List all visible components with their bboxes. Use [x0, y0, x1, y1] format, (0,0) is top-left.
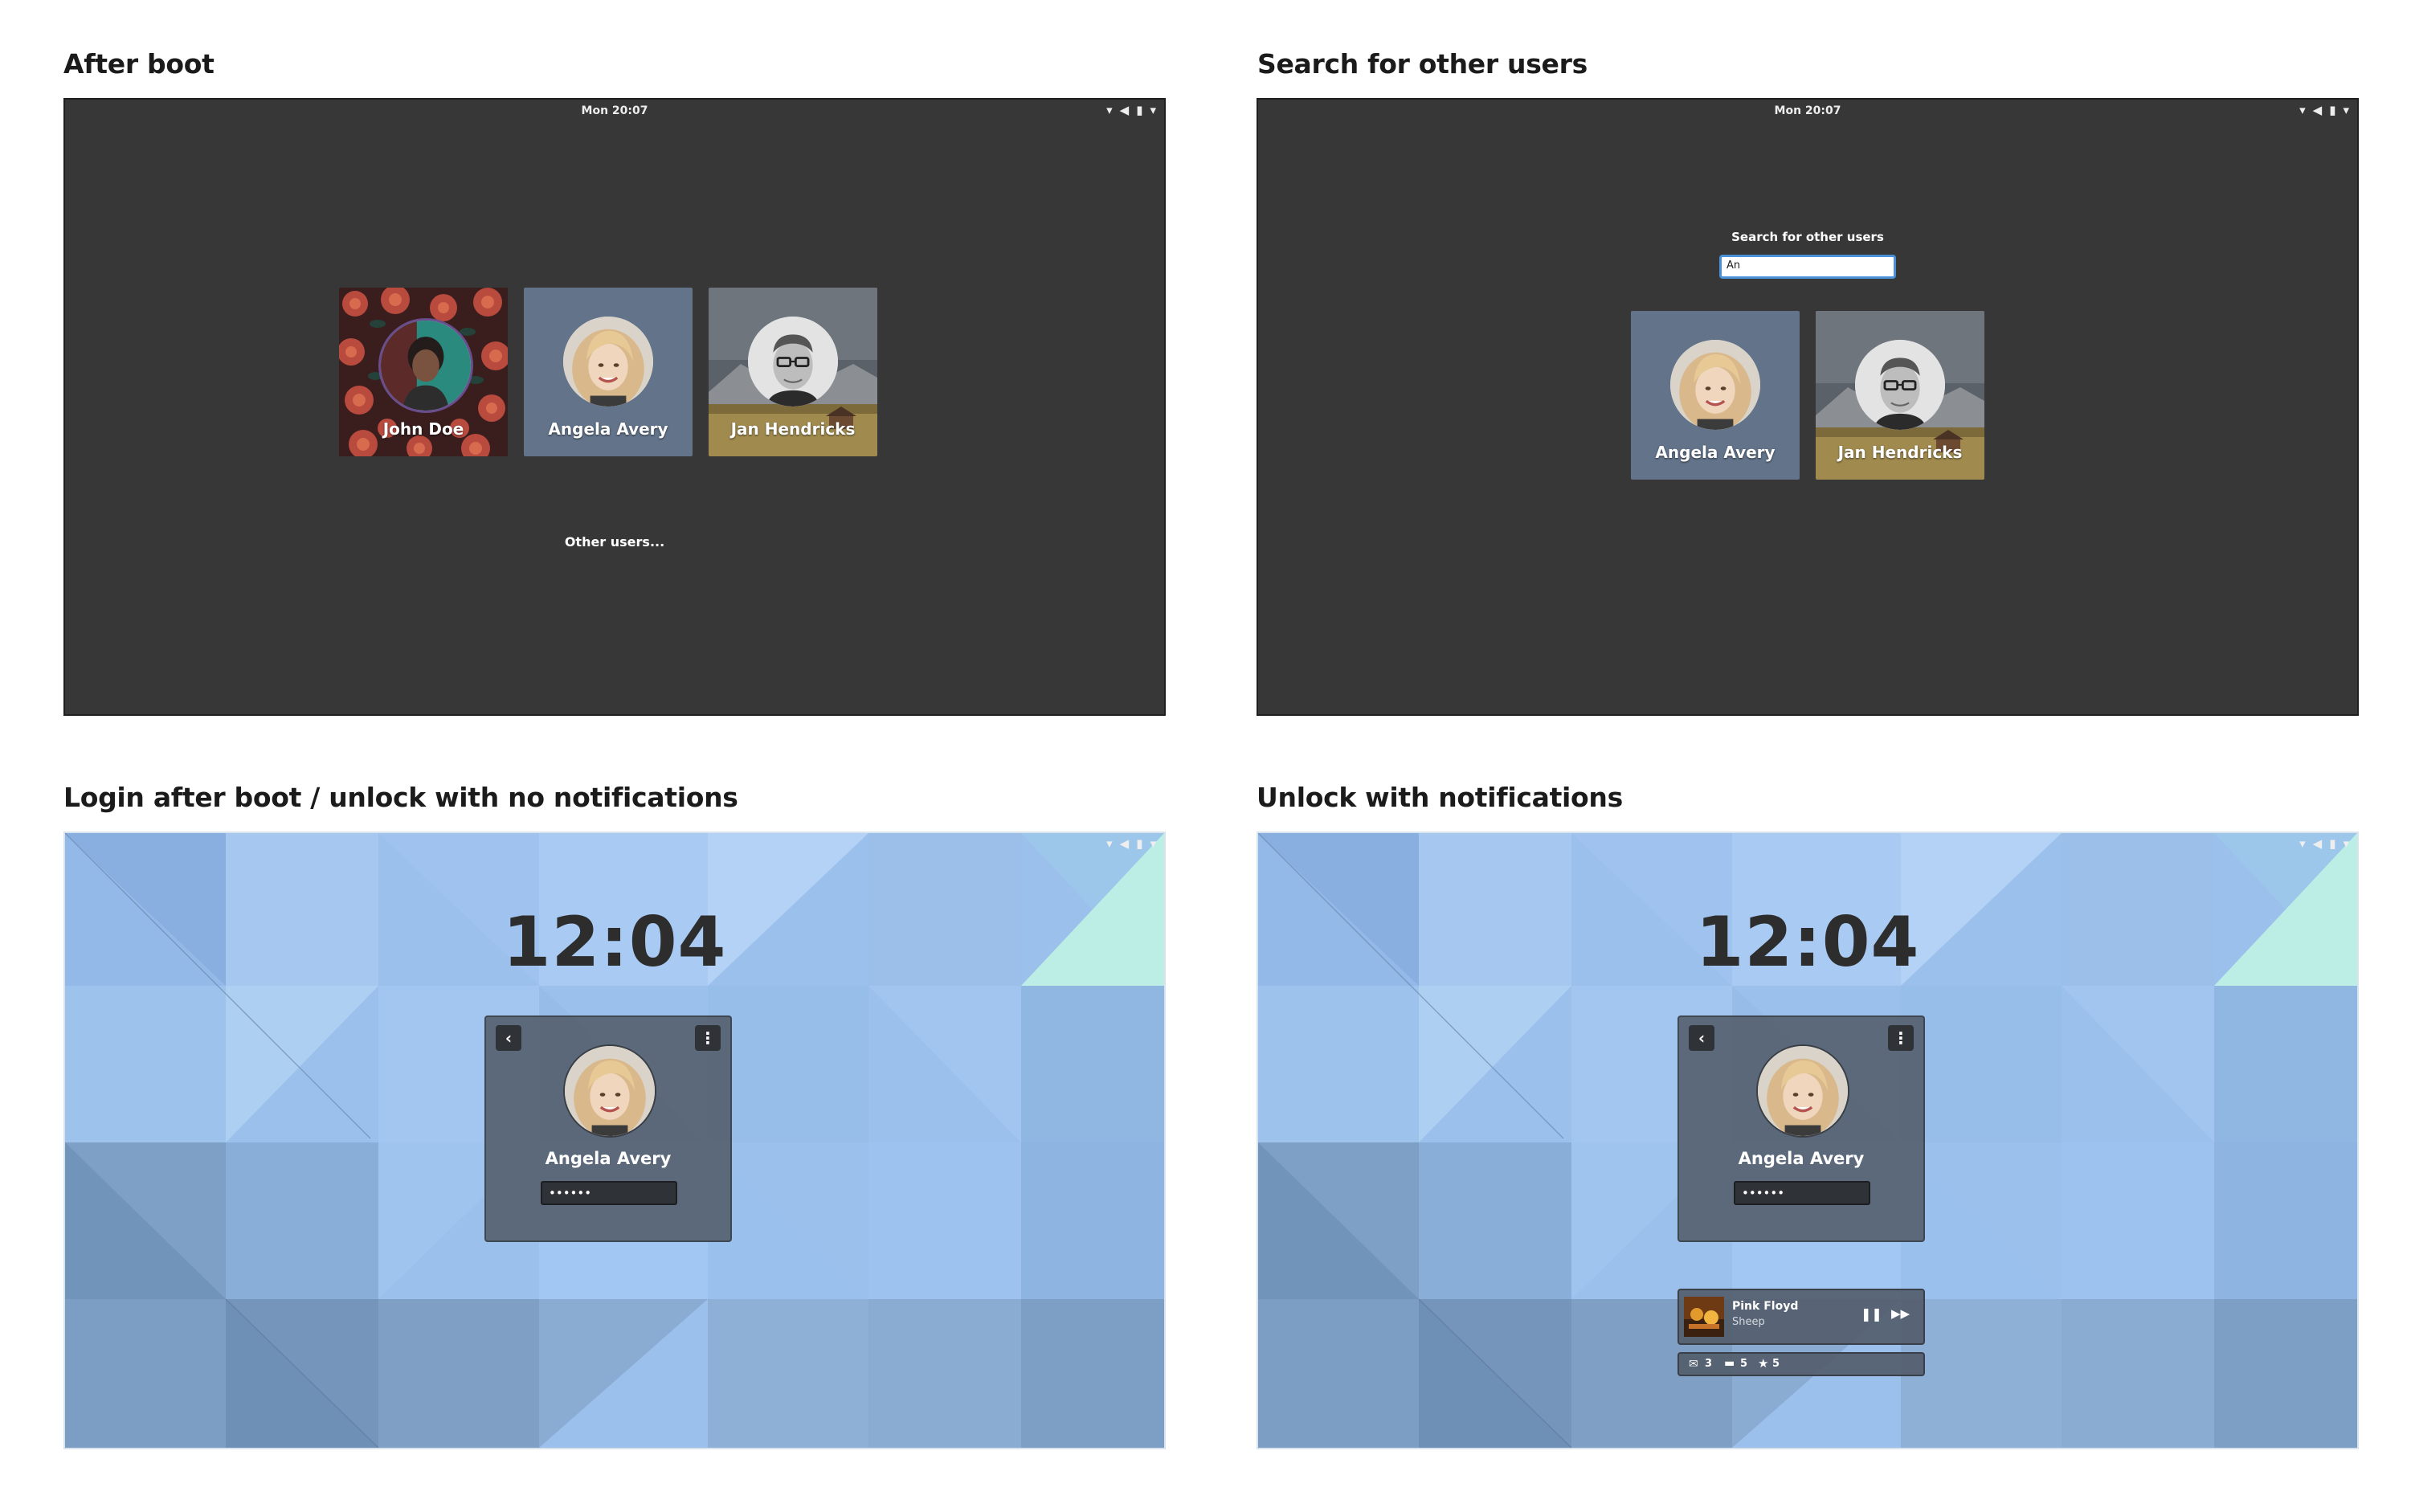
- wifi-icon: ▾: [1106, 103, 1113, 117]
- after-boot-screen: Mon 20:07 ▾ ◀ ▮ ▾ John Doe Angela Avery …: [63, 98, 1166, 716]
- search-result-jan[interactable]: Jan Hendricks: [1816, 311, 1984, 480]
- user-tile-jan[interactable]: Jan Hendricks: [709, 288, 877, 456]
- wifi-icon: ▾: [1106, 836, 1113, 851]
- mail-count: 3: [1705, 1358, 1713, 1370]
- search-screen: Mon 20:07 ▾ ◀ ▮ ▾ Search for other users…: [1257, 98, 2359, 716]
- avatar: [563, 1044, 656, 1138]
- panel-title-search: Search for other users: [1257, 48, 1588, 80]
- avatar: [1855, 340, 1945, 430]
- volume-icon: ◀: [2312, 103, 2323, 117]
- avatar: [1756, 1044, 1849, 1138]
- topbar-clock[interactable]: Mon 20:07: [1258, 104, 2357, 117]
- star-icon: ★: [1758, 1356, 1769, 1371]
- volume-icon: ◀: [1119, 836, 1130, 851]
- password-field[interactable]: ••••••: [1734, 1181, 1870, 1205]
- user-name: Angela Avery: [1738, 1149, 1865, 1168]
- other-users-link[interactable]: Other users...: [65, 534, 1164, 550]
- user-name: John Doe: [382, 419, 464, 439]
- user-name: Angela Avery: [545, 1149, 672, 1168]
- user-name: Angela Avery: [548, 419, 668, 439]
- lock-screen-notifications: ▾ ◀ ▮ ▾ 12:04 ‹ ⋮ Angela Avery •••••• Pi…: [1257, 832, 2359, 1449]
- skip-forward-icon[interactable]: ▶▶: [1891, 1306, 1910, 1321]
- avatar: [563, 317, 653, 407]
- volume-icon: ◀: [2312, 836, 2323, 851]
- topbar-clock[interactable]: Mon 20:07: [65, 104, 1164, 117]
- volume-icon: ◀: [1119, 103, 1130, 117]
- chevron-left-icon[interactable]: ‹: [496, 1025, 521, 1051]
- chat-count: 5: [1740, 1358, 1748, 1370]
- album-art: [1684, 1297, 1724, 1337]
- chevron-left-icon[interactable]: ‹: [1689, 1025, 1714, 1051]
- media-artist: Pink Floyd: [1732, 1300, 1799, 1313]
- avatar: [378, 318, 473, 413]
- battery-icon: ▮: [1136, 836, 1143, 851]
- vertical-dots-icon[interactable]: ⋮: [695, 1025, 721, 1051]
- wifi-icon: ▾: [2299, 103, 2306, 117]
- login-card: ‹ ⋮ Angela Avery ••••••: [1677, 1015, 1925, 1242]
- user-name: Jan Hendricks: [1837, 443, 1963, 462]
- lock-screen-login: ▾ ◀ ▮ ▾ 12:04 ‹ ⋮ Angela Avery ••••••: [63, 832, 1166, 1449]
- search-label: Search for other users: [1731, 230, 1884, 244]
- login-card: ‹ ⋮ Angela Avery ••••••: [484, 1015, 732, 1242]
- panel-title-unlock-notifications: Unlock with notifications: [1257, 782, 1623, 813]
- panel-title-login: Login after boot / unlock with no notifi…: [63, 782, 738, 813]
- status-area[interactable]: ▾ ◀ ▮ ▾: [1106, 836, 1156, 851]
- avatar: [748, 317, 838, 407]
- user-name: Jan Hendricks: [730, 419, 856, 439]
- status-area[interactable]: ▾ ◀ ▮ ▾: [2299, 836, 2349, 851]
- media-player: Pink Floyd Sheep ❚❚ ▶▶: [1677, 1289, 1925, 1345]
- chevron-down-icon: ▾: [1150, 836, 1156, 851]
- vertical-dots-icon[interactable]: ⋮: [1888, 1025, 1914, 1051]
- battery-icon: ▮: [2329, 836, 2336, 851]
- avatar: [1670, 340, 1760, 430]
- password-field[interactable]: ••••••: [541, 1181, 677, 1205]
- chat-icon: ▬: [1724, 1357, 1735, 1370]
- lock-clock: 12:04: [1695, 902, 1920, 983]
- chevron-down-icon: ▾: [2343, 103, 2349, 117]
- battery-icon: ▮: [1136, 103, 1143, 117]
- star-count: 5: [1772, 1358, 1780, 1370]
- user-tile-john[interactable]: John Doe: [339, 288, 508, 456]
- battery-icon: ▮: [2329, 103, 2336, 117]
- notification-summary[interactable]: ✉ 3 ▬ 5 ★ 5: [1677, 1352, 1925, 1376]
- panel-title-after-boot: After boot: [63, 48, 215, 80]
- user-tile-angela[interactable]: Angela Avery: [524, 288, 693, 456]
- search-input[interactable]: An: [1719, 255, 1896, 279]
- mail-icon: ✉: [1689, 1358, 1698, 1371]
- media-track: Sheep: [1732, 1316, 1765, 1328]
- user-name: Angela Avery: [1655, 443, 1776, 462]
- search-result-angela[interactable]: Angela Avery: [1631, 311, 1800, 480]
- chevron-down-icon: ▾: [2343, 836, 2349, 851]
- chevron-down-icon: ▾: [1150, 103, 1156, 117]
- status-area[interactable]: ▾ ◀ ▮ ▾: [2299, 103, 2349, 117]
- wifi-icon: ▾: [2299, 836, 2306, 851]
- status-area[interactable]: ▾ ◀ ▮ ▾: [1106, 103, 1156, 117]
- pause-icon[interactable]: ❚❚: [1861, 1306, 1882, 1322]
- lock-clock: 12:04: [502, 902, 727, 983]
